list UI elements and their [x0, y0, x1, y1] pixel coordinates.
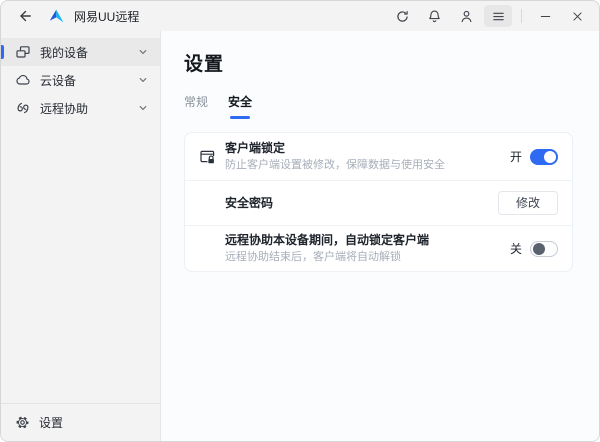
remote-assist-icon: [15, 100, 31, 116]
close-button[interactable]: [563, 5, 591, 27]
chevron-down-icon: [138, 75, 148, 85]
hamburger-menu-icon: [491, 9, 506, 24]
setting-texts: 远程协助本设备期间，自动锁定客户端 远程协助结束后，客户端将自动解锁: [225, 233, 429, 264]
app-window: 网易UU远程 我的设备 云设备 远程协助 设置 设置 常规 安全 客户端锁定 防…: [0, 0, 600, 442]
titlebar-controls: [388, 5, 591, 27]
menu-button[interactable]: [484, 5, 512, 27]
devices-icon: [15, 44, 31, 60]
titlebar-divider: [521, 9, 522, 23]
sidebar-item-label: 云设备: [40, 73, 77, 88]
sidebar-item-label: 远程协助: [40, 101, 89, 116]
gear-icon: [15, 415, 30, 430]
page-title: 设置: [184, 54, 225, 75]
setting-control: 修改: [497, 190, 558, 216]
app-title: 网易UU远程: [74, 9, 140, 24]
setting-info: 安全密码: [199, 196, 498, 211]
setting-description: 远程协助结束后，客户端将自动解锁: [225, 250, 401, 263]
app-body: 我的设备 云设备 远程协助 设置 设置 常规 安全 客户端锁定 防止客户端设置被…: [1, 31, 599, 441]
tab-security[interactable]: 安全: [228, 93, 252, 119]
back-arrow-icon: [17, 8, 33, 24]
modify-password-button[interactable]: 修改: [497, 190, 558, 216]
chevron-down-icon: [138, 103, 148, 113]
sidebar-item-label: 我的设备: [40, 45, 89, 60]
refresh-icon: [395, 9, 410, 24]
setting-info: 客户端锁定 防止客户端设置被修改，保障数据与使用安全: [199, 141, 510, 172]
setting-control: 关: [510, 240, 558, 257]
tab-general[interactable]: 常规: [184, 93, 208, 119]
toggle-state-label: 开: [509, 150, 522, 164]
setting-row-security-password: 安全密码 修改: [185, 181, 572, 225]
setting-title: 客户端锁定: [225, 140, 286, 155]
titlebar: 网易UU远程: [1, 1, 599, 31]
sidebar-item-remote-assist[interactable]: 远程协助: [1, 94, 160, 122]
settings-page: 设置 常规 安全 客户端锁定 防止客户端设置被修改，保障数据与使用安全 开 安全…: [161, 31, 599, 441]
setting-row-auto-lock: 远程协助本设备期间，自动锁定客户端 远程协助结束后，客户端将自动解锁 关: [185, 226, 572, 271]
sidebar-item-settings[interactable]: 设置: [1, 403, 160, 441]
minimize-icon: [538, 9, 553, 24]
titlebar-left: 网易UU远程: [11, 5, 139, 27]
toggle-state-label: 关: [509, 242, 522, 256]
close-icon: [570, 9, 585, 24]
setting-info: 远程协助本设备期间，自动锁定客户端 远程协助结束后，客户端将自动解锁: [199, 233, 510, 264]
setting-control: 开: [510, 148, 558, 165]
settings-tabs: 常规 安全: [184, 93, 573, 119]
sidebar-settings-label: 设置: [39, 416, 64, 430]
setting-title: 远程协助本设备期间，自动锁定客户端: [225, 232, 430, 247]
client-lock-icon: [199, 148, 217, 166]
setting-row-client-lock: 客户端锁定 防止客户端设置被修改，保障数据与使用安全 开: [185, 133, 572, 180]
back-button[interactable]: [11, 5, 39, 27]
minimize-button[interactable]: [531, 5, 559, 27]
setting-description: 防止客户端设置被修改，保障数据与使用安全: [225, 158, 445, 171]
app-logo-icon: [48, 8, 65, 25]
account-button[interactable]: [452, 5, 480, 27]
toggle-knob: [533, 242, 545, 255]
refresh-button[interactable]: [388, 5, 416, 27]
client-lock-toggle[interactable]: [530, 148, 558, 165]
sidebar-item-cloud-devices[interactable]: 云设备: [1, 66, 160, 94]
setting-title: 安全密码: [225, 195, 274, 210]
person-icon: [459, 9, 474, 24]
chevron-down-icon: [138, 47, 148, 57]
cloud-icon: [15, 72, 31, 88]
setting-texts: 客户端锁定 防止客户端设置被修改，保障数据与使用安全: [225, 141, 445, 172]
notifications-button[interactable]: [420, 5, 448, 27]
toggle-knob: [544, 150, 556, 163]
sidebar-nav: 我的设备 云设备 远程协助: [1, 31, 160, 403]
sidebar-item-my-devices[interactable]: 我的设备: [1, 38, 160, 66]
security-settings-card: 客户端锁定 防止客户端设置被修改，保障数据与使用安全 开 安全密码 修改 远程协…: [184, 132, 573, 272]
bell-icon: [427, 9, 442, 24]
sidebar: 我的设备 云设备 远程协助 设置: [1, 31, 161, 441]
auto-lock-toggle[interactable]: [530, 240, 558, 257]
